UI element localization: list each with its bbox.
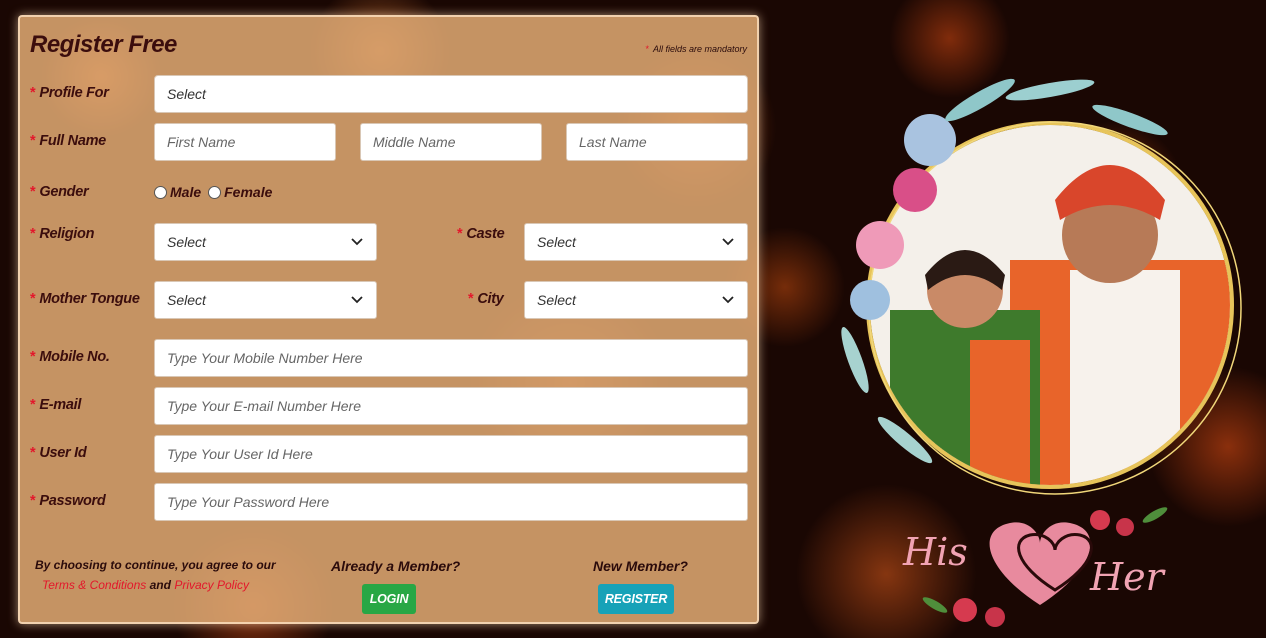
required-star: *	[30, 85, 36, 101]
required-star: *	[30, 133, 36, 149]
her-text: Her	[1089, 555, 1167, 599]
religion-value: Select	[167, 234, 206, 250]
city-select[interactable]: Select	[524, 281, 748, 319]
full-name-label: * Full Name	[30, 133, 106, 149]
user-id-label-text: User Id	[39, 445, 87, 461]
religion-label-text: Religion	[39, 226, 95, 242]
first-name-input[interactable]	[154, 123, 336, 161]
agree-text: By choosing to continue, you agree to ou…	[35, 558, 276, 572]
register-button[interactable]: REGISTER	[598, 584, 674, 614]
mobile-label-text: Mobile No.	[39, 349, 110, 365]
chevron-down-icon	[350, 293, 364, 307]
his-text: His	[902, 530, 968, 574]
middle-name-input[interactable]	[360, 123, 542, 161]
required-star: *	[30, 291, 36, 307]
profile-for-label-text: Profile For	[39, 85, 109, 101]
profile-for-value: Select	[167, 86, 206, 102]
city-value: Select	[537, 292, 576, 308]
mobile-label: * Mobile No.	[30, 349, 110, 365]
gender-female-label[interactable]: Female	[224, 184, 272, 200]
caste-label: * Caste	[457, 226, 505, 242]
religion-select[interactable]: Select	[154, 223, 377, 261]
last-name-input[interactable]	[566, 123, 748, 161]
mother-tongue-select[interactable]: Select	[154, 281, 377, 319]
his-her-heart-decor: His Her	[902, 507, 1168, 627]
profile-for-select[interactable]: Select	[154, 75, 748, 113]
caste-value: Select	[537, 234, 576, 250]
gender-male-label[interactable]: Male	[170, 184, 201, 200]
mandatory-note: * All fields are mandatory	[645, 44, 747, 54]
caste-label-text: Caste	[466, 226, 505, 242]
religion-label: * Religion	[30, 226, 94, 242]
gender-label: * Gender	[30, 184, 89, 200]
mother-tongue-value: Select	[167, 292, 206, 308]
city-label-text: City	[477, 291, 504, 307]
chevron-down-icon	[721, 293, 735, 307]
required-star: *	[30, 397, 36, 413]
privacy-link[interactable]: Privacy Policy	[174, 578, 249, 592]
full-name-label-text: Full Name	[39, 133, 106, 149]
login-button[interactable]: LOGIN	[362, 584, 416, 614]
chevron-down-icon	[721, 235, 735, 249]
mobile-input[interactable]	[154, 339, 748, 377]
required-star: *	[30, 226, 36, 242]
gender-female-radio[interactable]	[208, 185, 222, 199]
profile-for-label: * Profile For	[30, 85, 109, 101]
mother-tongue-label: * Mother Tongue	[30, 291, 140, 307]
mother-tongue-label-text: Mother Tongue	[39, 291, 140, 307]
required-star: *	[468, 291, 474, 307]
email-label-text: E-mail	[39, 397, 82, 413]
user-id-label: * User Id	[30, 445, 87, 461]
member-question: Already a Member?	[331, 558, 461, 574]
couple-photo	[841, 78, 1242, 495]
gender-options: Male Female	[154, 184, 276, 200]
agree-links: Terms & Conditions and Privacy Policy	[42, 578, 249, 592]
gender-male-radio[interactable]	[154, 185, 167, 199]
new-member-question: New Member?	[593, 558, 688, 574]
user-id-input[interactable]	[154, 435, 748, 473]
registration-panel: Register Free * All fields are mandatory …	[18, 15, 759, 624]
city-label: * City	[468, 291, 504, 307]
password-label: * Password	[30, 493, 106, 509]
mandatory-note-text: All fields are mandatory	[652, 44, 747, 54]
email-label: * E-mail	[30, 397, 81, 413]
required-star: *	[30, 184, 36, 200]
password-input[interactable]	[154, 483, 748, 521]
required-star: *	[30, 493, 36, 509]
chevron-down-icon	[350, 235, 364, 249]
required-star: *	[30, 349, 36, 365]
required-star: *	[645, 44, 649, 54]
caste-select[interactable]: Select	[524, 223, 748, 261]
required-star: *	[30, 445, 36, 461]
required-star: *	[457, 226, 463, 242]
and-text: and	[149, 578, 171, 592]
password-label-text: Password	[39, 493, 106, 509]
gender-label-text: Gender	[39, 184, 89, 200]
page-title: Register Free	[30, 31, 177, 58]
terms-link[interactable]: Terms & Conditions	[42, 578, 146, 592]
email-input[interactable]	[154, 387, 748, 425]
